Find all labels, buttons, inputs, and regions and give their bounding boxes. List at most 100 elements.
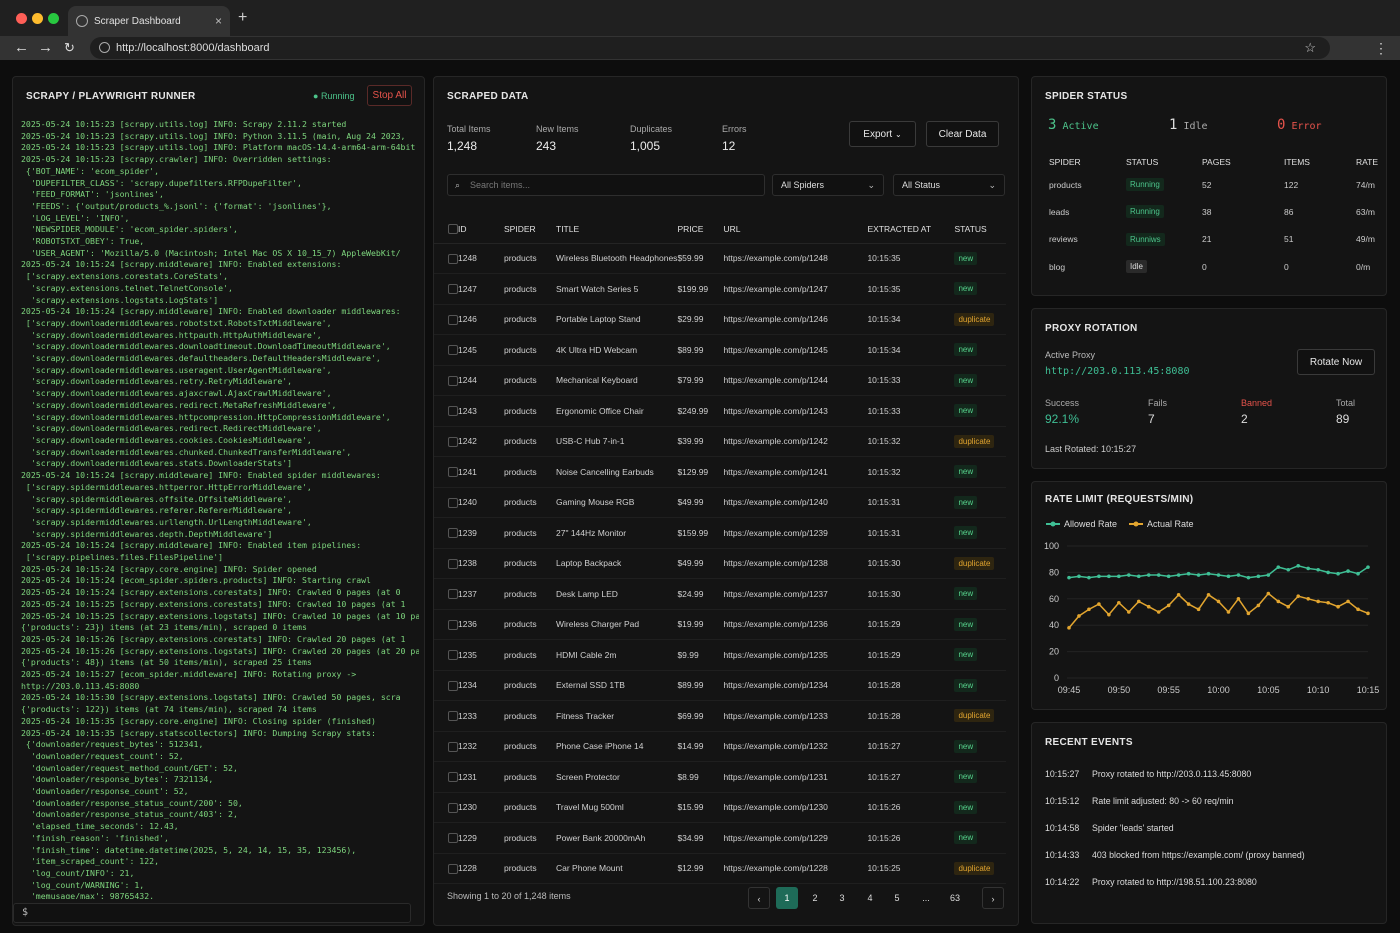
stat-duplicates: Duplicates 1,005 bbox=[630, 124, 673, 153]
maximize-window-button[interactable] bbox=[48, 13, 59, 24]
table-row[interactable]: 1229 products Power Bank 20000mAh $34.99 htt… bbox=[434, 822, 1006, 854]
row-url: https://example.com/p/1228 bbox=[723, 853, 868, 884]
status-badge: new bbox=[954, 526, 978, 540]
table-row[interactable]: 1245 products 4K Ultra HD Webcam $89.99 http… bbox=[434, 334, 1006, 366]
table-row[interactable]: 1241 products Noise Cancelling Earbuds $129… bbox=[434, 456, 1006, 488]
row-checkbox[interactable] bbox=[448, 284, 458, 295]
site-info-icon[interactable] bbox=[99, 42, 110, 53]
spider-row[interactable]: reviews Runniws 21 51 49/m bbox=[1040, 226, 1380, 253]
table-row[interactable]: 1228 products Car Phone Mount $12.99 https:/… bbox=[434, 853, 1006, 884]
row-price: $69.99 bbox=[677, 700, 724, 732]
col-title[interactable]: TITLE bbox=[556, 215, 678, 244]
table-row[interactable]: 1238 products Laptop Backpack $49.99 https:/… bbox=[434, 548, 1006, 579]
new-tab-icon[interactable]: + bbox=[238, 9, 247, 27]
status-filter-select[interactable]: All Status ⌄ bbox=[893, 174, 1005, 196]
console-input[interactable]: $ bbox=[13, 903, 411, 923]
table-row[interactable]: 1244 products Mechanical Keyboard $79.99 htt… bbox=[434, 365, 1006, 396]
row-checkbox[interactable] bbox=[448, 467, 458, 478]
row-checkbox[interactable] bbox=[448, 802, 458, 813]
row-checkbox[interactable] bbox=[448, 528, 458, 539]
row-checkbox[interactable] bbox=[448, 558, 458, 569]
row-checkbox[interactable] bbox=[448, 650, 458, 661]
row-checkbox[interactable] bbox=[448, 375, 458, 386]
col-url[interactable]: URL bbox=[723, 215, 868, 244]
spider-filter-select[interactable]: All Spiders ⌄ bbox=[772, 174, 884, 196]
page-button[interactable]: 3 bbox=[831, 887, 853, 909]
table-row[interactable]: 1248 products Wireless Bluetooth Headphone… bbox=[434, 243, 1006, 274]
close-window-button[interactable] bbox=[16, 13, 27, 24]
browser-tab[interactable]: Scraper Dashboard × bbox=[68, 6, 230, 36]
search-input[interactable]: ⌕ Search items... bbox=[447, 174, 765, 196]
table-row[interactable]: 1233 products Fitness Tracker $69.99 https:/… bbox=[434, 700, 1006, 732]
close-tab-icon[interactable]: × bbox=[215, 14, 222, 28]
bookmark-star-icon[interactable]: ☆ bbox=[1304, 37, 1316, 59]
spider-items: 86 bbox=[1284, 206, 1294, 217]
reload-icon[interactable]: ↻ bbox=[64, 36, 75, 60]
row-checkbox[interactable] bbox=[448, 497, 458, 508]
table-row[interactable]: 1234 products External SSD 1TB $89.99 https:… bbox=[434, 670, 1006, 701]
data-point bbox=[1176, 593, 1181, 597]
page-button[interactable]: 2 bbox=[804, 887, 826, 909]
address-bar[interactable]: http://localhost:8000/dashboard ☆ bbox=[90, 37, 1330, 59]
row-checkbox[interactable] bbox=[448, 253, 458, 264]
row-checkbox[interactable] bbox=[448, 741, 458, 752]
forward-arrow-icon[interactable]: → bbox=[38, 36, 53, 60]
back-arrow-icon[interactable]: ← bbox=[14, 36, 29, 60]
table-row[interactable]: 1246 products Portable Laptop Stand $29.99 h… bbox=[434, 304, 1006, 335]
col-price[interactable]: PRICE bbox=[677, 215, 724, 244]
spider-row[interactable]: blog Idle 0 0 0/m bbox=[1040, 253, 1380, 280]
col-id[interactable]: ID bbox=[458, 215, 504, 244]
table-row[interactable]: 1232 products Phone Case iPhone 14 $14.99 ht… bbox=[434, 731, 1006, 762]
console-log[interactable]: 2025-05-24 10:15:23 [scrapy.utils.log] I… bbox=[21, 119, 419, 899]
row-checkbox[interactable] bbox=[448, 680, 458, 691]
table-row[interactable]: 1236 products Wireless Charger Pad $19.99 ht… bbox=[434, 609, 1006, 640]
table-row[interactable]: 1231 products Screen Protector $8.99 https:/… bbox=[434, 761, 1006, 793]
data-point bbox=[1097, 602, 1101, 606]
row-checkbox[interactable] bbox=[448, 314, 458, 325]
row-extracted-at: 10:15:35 bbox=[867, 273, 955, 305]
row-checkbox[interactable] bbox=[448, 619, 458, 630]
browser-menu-icon[interactable]: ⋮ bbox=[1374, 36, 1388, 60]
page-button[interactable]: 1 bbox=[776, 887, 798, 909]
page-button[interactable]: 5 bbox=[886, 887, 908, 909]
row-checkbox[interactable] bbox=[448, 345, 458, 356]
col-status[interactable]: STATUS bbox=[954, 215, 1006, 244]
row-checkbox[interactable] bbox=[448, 772, 458, 783]
table-row[interactable]: 1243 products Ergonomic Office Chair $249.9… bbox=[434, 395, 1006, 427]
minimize-window-button[interactable] bbox=[32, 13, 43, 24]
table-row[interactable]: 1239 products 27" 144Hz Monitor $159.99 http… bbox=[434, 517, 1006, 549]
export-button[interactable]: Export ⌄ bbox=[849, 121, 916, 147]
row-checkbox[interactable] bbox=[448, 406, 458, 417]
rotate-now-button[interactable]: Rotate Now bbox=[1297, 349, 1375, 375]
pagination-summary: Showing 1 to 20 of 1,248 items bbox=[447, 891, 571, 901]
spider-row[interactable]: products Running 52 122 74/m bbox=[1040, 171, 1380, 198]
row-checkbox[interactable] bbox=[448, 711, 458, 722]
table-row[interactable]: 1230 products Travel Mug 500ml $15.99 https:… bbox=[434, 792, 1006, 823]
row-checkbox[interactable] bbox=[448, 863, 458, 874]
row-extracted-at: 10:15:31 bbox=[867, 517, 955, 549]
row-checkbox[interactable] bbox=[448, 833, 458, 844]
col-extracted-at[interactable]: EXTRACTED AT bbox=[867, 215, 955, 244]
table-row[interactable]: 1240 products Gaming Mouse RGB $49.99 https:… bbox=[434, 487, 1006, 518]
page-button[interactable]: 4 bbox=[859, 887, 881, 909]
col-spider[interactable]: SPIDER bbox=[504, 215, 556, 244]
page-button[interactable]: 63 bbox=[944, 887, 966, 909]
row-title: External SSD 1TB bbox=[556, 670, 678, 701]
select-all-checkbox[interactable] bbox=[448, 224, 458, 235]
stop-all-button[interactable]: Stop All bbox=[367, 85, 412, 106]
row-checkbox[interactable] bbox=[448, 589, 458, 600]
row-checkbox[interactable] bbox=[448, 436, 458, 447]
table-row[interactable]: 1235 products HDMI Cable 2m $9.99 https://ex… bbox=[434, 639, 1006, 671]
table-row[interactable]: 1247 products Smart Watch Series 5 $199.99 h… bbox=[434, 273, 1006, 305]
table-row[interactable]: 1242 products USB-C Hub 7-in-1 $39.99 https:… bbox=[434, 426, 1006, 457]
table-row[interactable]: 1237 products Desk Lamp LED $24.99 https://e… bbox=[434, 578, 1006, 610]
spider-row[interactable]: leads Running 38 86 63/m bbox=[1040, 198, 1380, 225]
col-spider: SPIDER bbox=[1049, 157, 1081, 167]
row-price: $14.99 bbox=[677, 731, 724, 762]
clear-data-button[interactable]: Clear Data bbox=[926, 121, 999, 147]
prev-page-button[interactable]: ‹ bbox=[748, 887, 770, 909]
row-url: https://example.com/p/1231 bbox=[723, 761, 868, 793]
row-price: $39.99 bbox=[677, 426, 724, 457]
row-title: Screen Protector bbox=[556, 761, 678, 793]
next-page-button[interactable]: › bbox=[982, 887, 1004, 909]
